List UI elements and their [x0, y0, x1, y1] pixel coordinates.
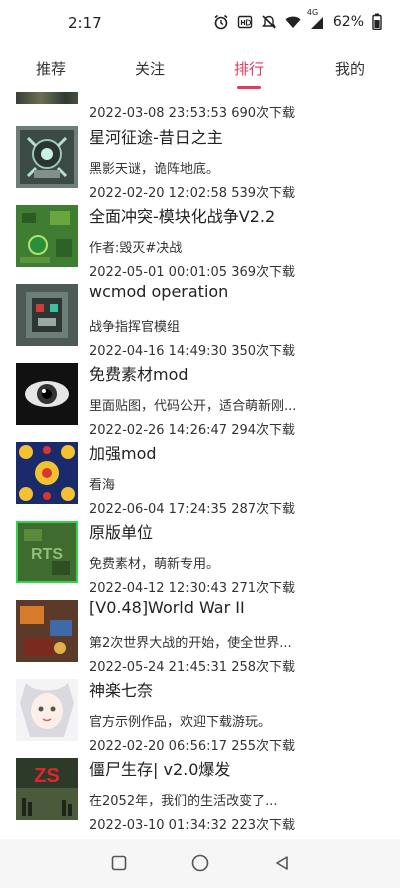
tab-follow[interactable]: 关注	[135, 58, 165, 79]
list-item[interactable]: 神楽七奈 官方示例作品，欢迎下载游玩。 2022-02-20 06:56:17 …	[0, 677, 400, 757]
item-time-downloads: 2022-03-08 23:53:53 690次下载	[89, 106, 296, 121]
tab-ranking[interactable]: 排行	[234, 58, 264, 79]
active-tab-indicator	[237, 86, 261, 89]
item-time-downloads: 2022-04-12 12:30:43 271次下载	[89, 581, 296, 596]
signal-icon: 4G	[307, 8, 325, 30]
status-bar: 2:17 4G 62%	[0, 0, 400, 48]
item-time-downloads: 2022-02-20 06:56:17 255次下载	[89, 739, 296, 754]
item-title: wcmod operation	[89, 282, 229, 301]
item-time-downloads: 2022-04-16 14:49:30 350次下载	[89, 344, 296, 359]
item-description: 免费素材，萌新专用。	[89, 557, 220, 572]
alarm-icon	[213, 14, 229, 30]
item-title: 神楽七奈	[89, 681, 154, 700]
recents-button[interactable]	[107, 851, 131, 875]
item-description: 战争指挥官模组	[89, 320, 181, 335]
thumb-text-zs: ZS	[34, 765, 60, 787]
item-thumbnail	[16, 126, 78, 188]
item-thumbnail	[16, 442, 78, 504]
item-thumbnail	[16, 600, 78, 662]
item-title: [V0.48]World War II	[89, 598, 245, 617]
item-description: 黑影天谜，诡阵地底。	[89, 162, 220, 177]
item-title: 全面冲突-模块化战争V2.2	[89, 207, 276, 226]
back-button[interactable]	[270, 851, 294, 875]
status-time: 2:17	[68, 14, 102, 32]
thumb-text-rts: RTS	[31, 546, 63, 563]
mute-icon	[261, 14, 277, 30]
item-description: 里面贴图，代码公开，适合萌新刚...	[89, 399, 297, 414]
system-nav-bar	[0, 839, 400, 888]
item-thumbnail	[16, 363, 78, 425]
item-thumbnail: ZS	[16, 758, 78, 820]
item-time-downloads: 2022-02-26 14:26:47 294次下载	[89, 423, 296, 438]
list-item[interactable]: ZS 僵尸生存| v2.0爆发 在2052年，我们的生活改变了... 2022-…	[0, 756, 400, 836]
partial-thumbnail	[16, 92, 78, 104]
list-item[interactable]: 加强mod 看海 2022-06-04 17:24:35 287次下载	[0, 440, 400, 520]
item-title: 免费素材mod	[89, 365, 189, 384]
item-time-downloads: 2022-05-01 00:01:05 369次下载	[89, 265, 296, 280]
top-tabs: 推荐 关注 排行 我的	[0, 50, 400, 90]
tab-mine[interactable]: 我的	[335, 58, 365, 79]
item-description: 官方示例作品，欢迎下载游玩。	[89, 715, 272, 730]
item-description: 在2052年，我们的生活改变了...	[89, 794, 278, 809]
item-title: 僵尸生存| v2.0爆发	[89, 760, 231, 779]
hd-icon	[237, 14, 253, 30]
list-item[interactable]: wcmod operation 战争指挥官模组 2022-04-16 14:49…	[0, 282, 400, 362]
item-title: 加强mod	[89, 444, 157, 463]
list-item[interactable]: [V0.48]World War II 第2次世界大战的开始，使全世界... 2…	[0, 598, 400, 678]
ranking-list[interactable]: 2022-03-08 23:53:53 690次下载 星河征途-昔日之主 黑影天…	[0, 92, 400, 839]
item-description: 第2次世界大战的开始，使全世界...	[89, 636, 292, 651]
item-time-downloads: 2022-05-24 21:45:31 258次下载	[89, 660, 296, 675]
item-thumbnail	[16, 205, 78, 267]
status-icons: 4G 62%	[213, 8, 382, 30]
wifi-icon	[285, 15, 301, 29]
list-item[interactable]: RTS 原版单位 免费素材，萌新专用。 2022-04-12 12:30:43 …	[0, 519, 400, 599]
list-item[interactable]: 免费素材mod 里面贴图，代码公开，适合萌新刚... 2022-02-26 14…	[0, 361, 400, 441]
item-title: 星河征途-昔日之主	[89, 128, 223, 147]
item-thumbnail	[16, 679, 78, 741]
item-time-downloads: 2022-06-04 17:24:35 287次下载	[89, 502, 296, 517]
battery-icon	[372, 13, 382, 30]
tab-recommend[interactable]: 推荐	[36, 58, 66, 79]
battery-percent: 62%	[332, 13, 364, 30]
network-type: 4G	[306, 7, 319, 17]
item-description: 看海	[89, 478, 116, 493]
home-button[interactable]	[188, 851, 212, 875]
item-title: 原版单位	[89, 523, 154, 542]
list-item[interactable]: 星河征途-昔日之主 黑影天谜，诡阵地底。 2022-02-20 12:02:58…	[0, 124, 400, 204]
list-item[interactable]: 全面冲突-模块化战争V2.2 作者:毁灭#决战 2022-05-01 00:01…	[0, 203, 400, 283]
item-thumbnail	[16, 284, 78, 346]
item-time-downloads: 2022-03-10 01:34:32 223次下载	[89, 818, 296, 833]
item-thumbnail: RTS	[16, 521, 78, 583]
item-time-downloads: 2022-02-20 12:02:58 539次下载	[89, 186, 296, 201]
item-description: 作者:毁灭#决战	[89, 241, 183, 256]
